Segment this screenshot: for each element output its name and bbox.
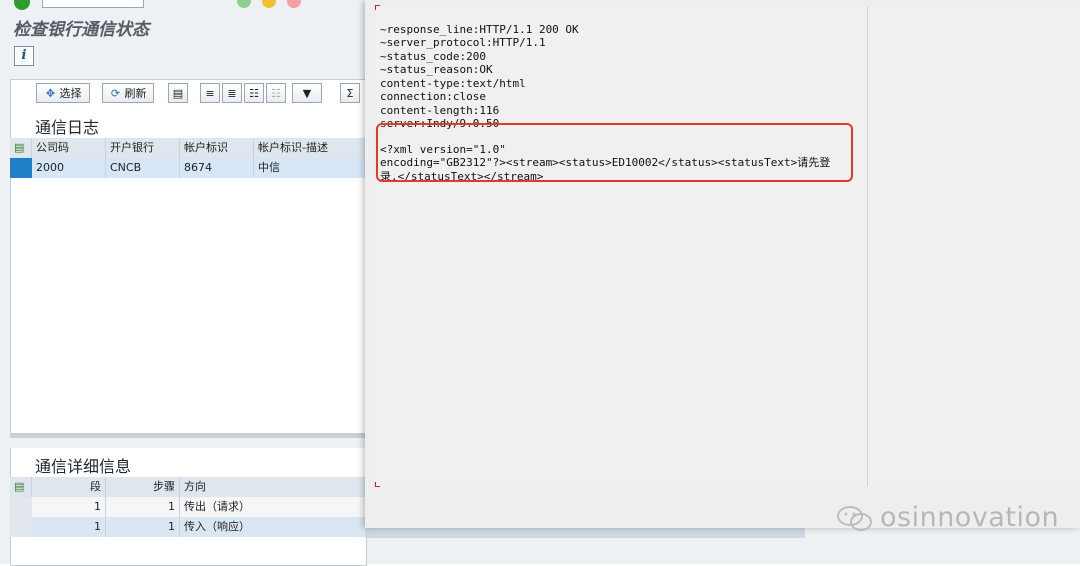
cell: 1: [106, 497, 180, 517]
cancel-icon[interactable]: [287, 0, 301, 8]
enter-icon[interactable]: [14, 0, 30, 10]
cell: 中信: [258, 161, 280, 174]
page-title: 检查银行通信状态: [13, 20, 149, 40]
column-header[interactable]: 开户银行: [106, 138, 180, 158]
error-highlight-box: [376, 123, 853, 182]
sum-button[interactable]: Σ: [340, 83, 360, 103]
cell: 1: [106, 517, 180, 537]
table-header: ▤ 公司码 开户银行 帐户标识 帐户标识-描述: [10, 138, 365, 159]
watermark-text: osinnovation: [880, 502, 1060, 533]
command-field[interactable]: [42, 0, 144, 8]
find-next-button[interactable]: ☷: [266, 83, 286, 103]
cell: 1: [32, 517, 106, 537]
back-icon[interactable]: [237, 0, 251, 8]
layout-icon[interactable]: ▤: [10, 477, 32, 497]
find-button[interactable]: ☷: [244, 83, 264, 103]
table-row[interactable]: 2000 CNCB 8674 中信: [10, 158, 365, 178]
find-next-icon: ☷: [271, 87, 281, 100]
response-side-pane: [868, 6, 1080, 486]
cell: 1: [32, 497, 106, 517]
header-line: ~status_code:200: [380, 49, 486, 63]
table-row[interactable]: 1 1 传出（请求）: [10, 497, 365, 517]
row-selector[interactable]: [10, 497, 32, 517]
cell: 传入（响应）: [184, 520, 250, 533]
column-header[interactable]: 步骤: [106, 477, 180, 497]
row-selector[interactable]: [10, 158, 32, 178]
sort-descending-button[interactable]: ≣: [222, 83, 242, 103]
comm-detail-title: 通信详细信息: [35, 457, 132, 476]
sort-descending-icon: ≣: [227, 87, 237, 100]
header-line: connection:close: [380, 90, 486, 103]
table-header: ▤ 段 步骤 方向: [10, 477, 365, 498]
layout-icon[interactable]: ▤: [10, 138, 32, 158]
column-header[interactable]: 公司码: [32, 138, 106, 158]
sort-ascending-button[interactable]: ≡: [200, 83, 220, 103]
filter-button[interactable]: ▼: [292, 83, 322, 103]
corner-marker: [375, 482, 380, 487]
comm-log-title: 通信日志: [35, 118, 100, 137]
header-line: content-type:text/html: [380, 76, 526, 90]
system-toolbar: [0, 0, 365, 10]
column-header[interactable]: 方向: [180, 477, 365, 497]
column-header[interactable]: 帐户标识: [180, 138, 254, 158]
binoculars-icon: ☷: [249, 87, 259, 100]
cell: 2000: [32, 158, 106, 178]
details-button[interactable]: ▤: [168, 83, 188, 103]
wechat-icon: [837, 506, 872, 531]
table-row[interactable]: 1 1 传入（响应）: [10, 517, 365, 537]
header-line: content-length:116: [380, 103, 500, 117]
cell: 传出（请求）: [184, 500, 250, 513]
refresh-button[interactable]: ⟳ 刷新: [102, 83, 154, 103]
header-line: ~status_reason:OK: [380, 63, 493, 76]
exit-icon[interactable]: [262, 0, 276, 8]
refresh-label: 刷新: [124, 87, 147, 100]
select-button[interactable]: ✥ 选择: [36, 83, 90, 103]
header-line: ~server_protocol:HTTP/1.1: [380, 36, 546, 49]
select-icon: ✥: [45, 87, 56, 100]
header-line: ~response_line:HTTP/1.1 200 OK: [380, 22, 579, 36]
info-icon[interactable]: i: [14, 46, 34, 66]
sum-icon: Σ: [346, 87, 354, 100]
details-icon: ▤: [172, 87, 184, 100]
row-selector[interactable]: [10, 517, 32, 537]
sort-ascending-icon: ≡: [205, 87, 215, 100]
cell: CNCB: [106, 158, 180, 178]
splitter-gap: [10, 438, 365, 448]
column-header[interactable]: 段: [32, 477, 106, 497]
cell: 8674: [180, 158, 254, 178]
select-label: 选择: [59, 87, 82, 100]
filter-icon: ▼: [302, 87, 312, 100]
column-header[interactable]: 帐户标识-描述: [254, 138, 365, 158]
refresh-icon: ⟳: [110, 87, 121, 100]
